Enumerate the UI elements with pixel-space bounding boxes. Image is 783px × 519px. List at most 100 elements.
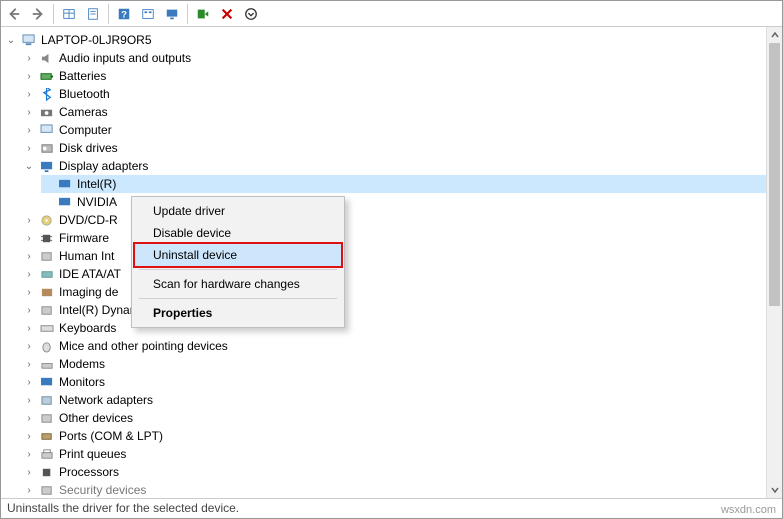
root-label: LAPTOP-0LJR9OR5 <box>41 33 152 47</box>
device-tree[interactable]: ⌄ LAPTOP-0LJR9OR5 › Audio inputs and outp… <box>1 27 766 498</box>
mouse-icon <box>39 339 55 353</box>
ctx-update-driver[interactable]: Update driver <box>135 200 341 222</box>
node-label: Processors <box>59 465 119 479</box>
scroll-track[interactable] <box>767 43 782 482</box>
expand-icon[interactable]: › <box>23 376 35 388</box>
expand-icon[interactable]: › <box>23 124 35 136</box>
expand-icon[interactable]: › <box>23 286 35 298</box>
tree-node-printq[interactable]: ›Print queues <box>23 445 766 463</box>
arrow-left-icon <box>7 7 21 21</box>
expand-icon[interactable]: › <box>23 484 35 496</box>
expand-icon[interactable]: › <box>23 214 35 226</box>
tree-node-bluetooth[interactable]: › Bluetooth <box>23 85 766 103</box>
node-label: DVD/CD-R <box>59 213 118 227</box>
expand-icon[interactable]: › <box>23 358 35 370</box>
tree-node-display-adapters[interactable]: ⌄Display adapters <box>23 157 766 175</box>
node-label: Cameras <box>59 105 108 119</box>
ctx-properties[interactable]: Properties <box>135 302 341 324</box>
root-node[interactable]: ⌄ LAPTOP-0LJR9OR5 <box>5 31 766 49</box>
node-label: Imaging de <box>59 285 118 299</box>
status-text: Uninstalls the driver for the selected d… <box>7 501 239 515</box>
forward-button[interactable] <box>27 3 49 25</box>
scroll-up-button[interactable] <box>767 27 782 43</box>
tree-node-audio[interactable]: › Audio inputs and outputs <box>23 49 766 67</box>
chevron-down-icon <box>771 486 779 494</box>
node-label: Intel(R) <box>77 177 116 191</box>
help-button[interactable]: ? <box>113 3 135 25</box>
other-icon <box>39 411 55 425</box>
scroll-thumb[interactable] <box>769 43 780 306</box>
tree-node-batteries[interactable]: › Batteries <box>23 67 766 85</box>
node-label: Modems <box>59 357 105 371</box>
x-icon <box>220 7 234 21</box>
tree-node-modems[interactable]: › Modems <box>23 355 766 373</box>
expand-icon[interactable]: › <box>23 394 35 406</box>
battery-icon <box>39 69 55 83</box>
ctx-scan-hardware[interactable]: Scan for hardware changes <box>135 273 341 295</box>
node-label: Human Int <box>59 249 114 263</box>
node-label: Keyboards <box>59 321 116 335</box>
ctx-separator <box>139 298 337 299</box>
toolbar: ? <box>1 1 782 27</box>
thermal-icon <box>39 303 55 317</box>
toolbar-separator <box>187 4 188 24</box>
expand-icon[interactable]: › <box>23 430 35 442</box>
tree-node-cameras[interactable]: › Cameras <box>23 103 766 121</box>
tree-node-intel-gpu[interactable]: Intel(R) <box>41 175 766 193</box>
context-menu: Update driver Disable device Uninstall d… <box>131 196 345 328</box>
back-button[interactable] <box>3 3 25 25</box>
ctx-disable-device[interactable]: Disable device <box>135 222 341 244</box>
cpu-icon <box>39 465 55 479</box>
tree-node-processors[interactable]: › Processors <box>23 463 766 481</box>
display-adapter-icon <box>39 159 55 173</box>
vertical-scrollbar[interactable] <box>766 27 782 498</box>
node-label: Firmware <box>59 231 109 245</box>
expand-icon[interactable]: › <box>23 340 35 352</box>
tree-node-ports[interactable]: ›Ports (COM & LPT) <box>23 427 766 445</box>
monitor-scan-icon <box>165 7 179 21</box>
expand-icon[interactable]: › <box>23 448 35 460</box>
expand-icon[interactable]: › <box>23 250 35 262</box>
node-label: Computer <box>59 123 112 137</box>
uninstall-button[interactable] <box>216 3 238 25</box>
node-label: Batteries <box>59 69 106 83</box>
expand-icon[interactable]: › <box>23 232 35 244</box>
expand-icon[interactable]: › <box>23 268 35 280</box>
expand-icon[interactable]: › <box>23 52 35 64</box>
tree-node-network[interactable]: ›Network adapters <box>23 391 766 409</box>
main-area: ⌄ LAPTOP-0LJR9OR5 › Audio inputs and outp… <box>1 27 782 498</box>
bluetooth-icon <box>39 87 55 101</box>
security-icon <box>39 483 55 497</box>
expand-icon[interactable]: › <box>23 106 35 118</box>
expand-icon[interactable]: › <box>23 70 35 82</box>
tree-node-security[interactable]: ›Security devices <box>23 481 766 498</box>
update-driver-button[interactable] <box>192 3 214 25</box>
node-label: Audio inputs and outputs <box>59 51 191 65</box>
scan-by-type-button[interactable] <box>137 3 159 25</box>
tree-node-mice[interactable]: › Mice and other pointing devices <box>23 337 766 355</box>
tree-node-computer[interactable]: › Computer <box>23 121 766 139</box>
down-button[interactable] <box>240 3 262 25</box>
show-hidden-button[interactable] <box>58 3 80 25</box>
expand-icon[interactable]: › <box>23 466 35 478</box>
expand-icon[interactable]: › <box>23 142 35 154</box>
tree-node-monitors[interactable]: ›Monitors <box>23 373 766 391</box>
scan-hardware-button[interactable] <box>161 3 183 25</box>
toolbar-separator <box>53 4 54 24</box>
expand-icon[interactable]: › <box>23 304 35 316</box>
tree-node-disk[interactable]: ›Disk drives <box>23 139 766 157</box>
collapse-icon[interactable]: ⌄ <box>23 160 35 172</box>
monitor-icon <box>39 375 55 389</box>
watermark: wsxdn.com <box>721 504 776 516</box>
node-label: Mice and other pointing devices <box>59 339 228 353</box>
scroll-down-button[interactable] <box>767 482 782 498</box>
modem-icon <box>39 357 55 371</box>
ctx-uninstall-device[interactable]: Uninstall device <box>135 244 341 266</box>
collapse-icon[interactable]: ⌄ <box>5 34 17 46</box>
expand-icon[interactable]: › <box>23 322 35 334</box>
expand-icon[interactable]: › <box>23 88 35 100</box>
node-label: Bluetooth <box>59 87 110 101</box>
expand-icon[interactable]: › <box>23 412 35 424</box>
tree-node-other[interactable]: ›Other devices <box>23 409 766 427</box>
properties-toolbar-button[interactable] <box>82 3 104 25</box>
